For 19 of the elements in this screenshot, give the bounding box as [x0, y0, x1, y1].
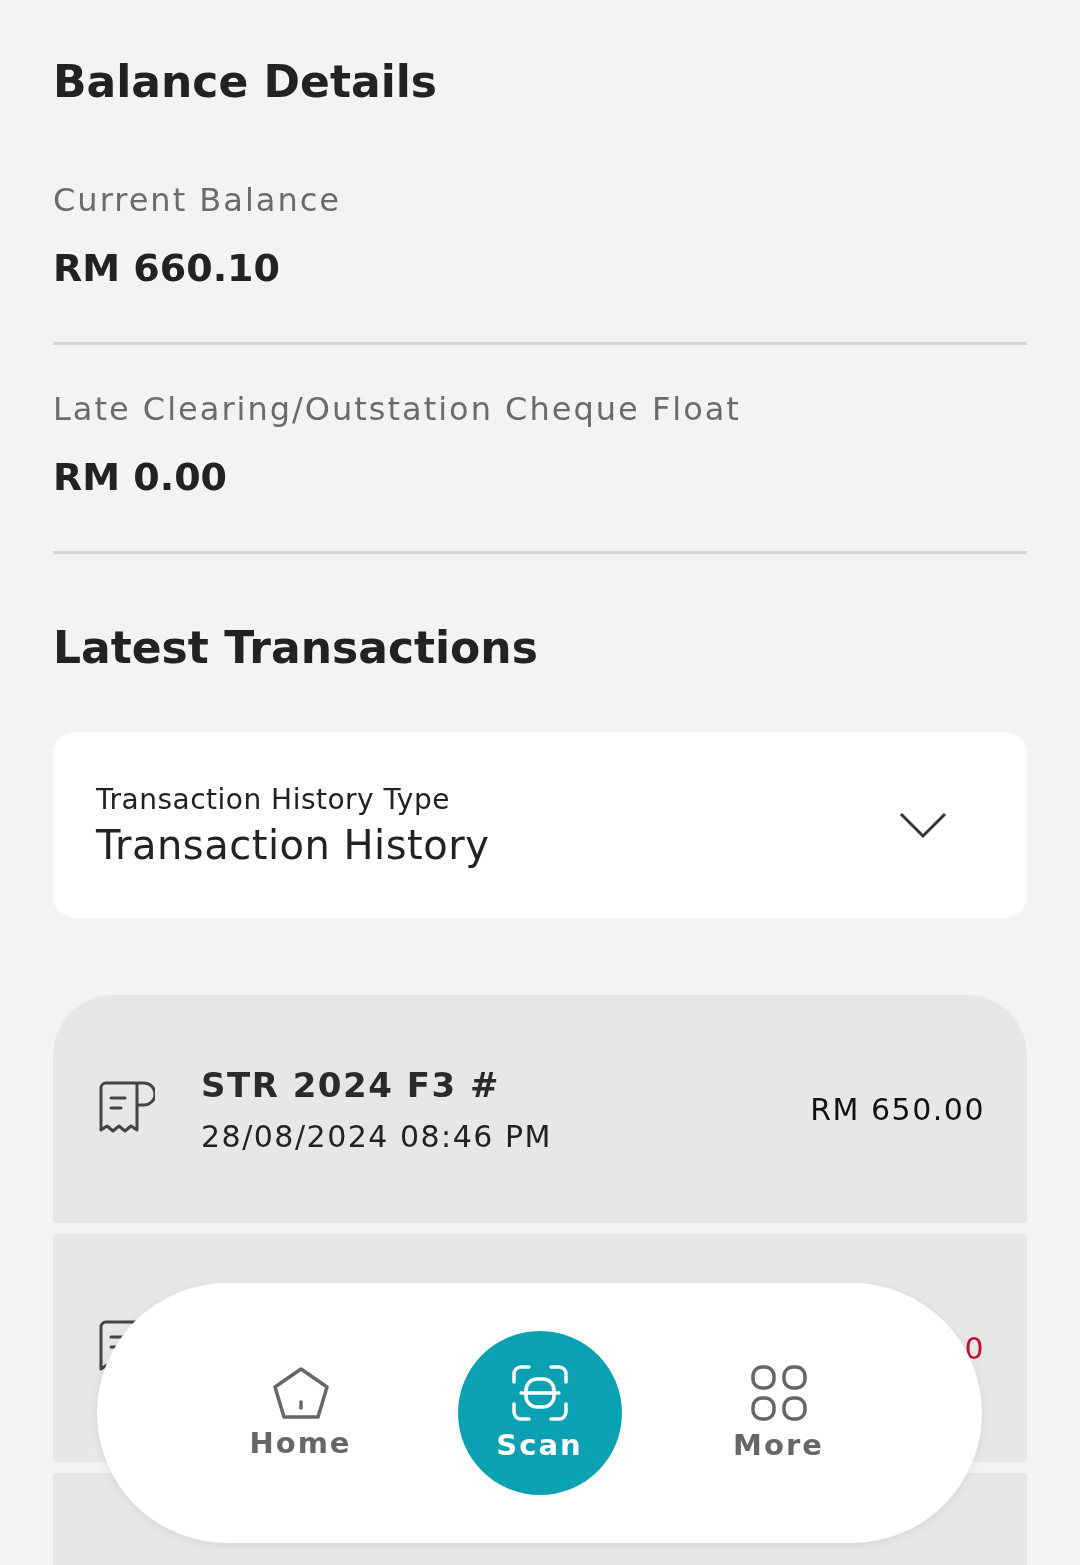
balance-label: Current Balance — [53, 180, 342, 220]
transaction-row[interactable]: STR 2024 F3 # 28/08/2024 08:46 PM RM 650.00 — [53, 995, 1027, 1223]
chevron-down-icon — [899, 811, 947, 839]
scan-icon — [510, 1364, 569, 1422]
transaction-amount: 0 — [964, 1330, 985, 1366]
transaction-title: STR 2024 F3 # — [201, 1064, 501, 1105]
balance-label: Late Clearing/Outstation Cheque Float — [53, 389, 742, 429]
page-title: Balance Details — [53, 55, 438, 109]
grid-icon — [749, 1364, 808, 1422]
home-tab[interactable]: Home — [218, 1331, 383, 1495]
scan-tab[interactable]: Scan — [457, 1331, 622, 1495]
history-type-dropdown[interactable]: Transaction History Type Transaction History — [53, 732, 1027, 918]
home-icon — [271, 1366, 330, 1420]
transaction-amount: RM 650.00 — [810, 1091, 985, 1127]
balance-amount: RM 660.10 — [53, 245, 281, 292]
section-title: Latest Transactions — [53, 621, 539, 675]
more-tab[interactable]: More — [696, 1331, 861, 1495]
transaction-date: 28/08/2024 08:46 PM — [201, 1118, 553, 1154]
balance-amount: RM 0.00 — [53, 454, 229, 501]
